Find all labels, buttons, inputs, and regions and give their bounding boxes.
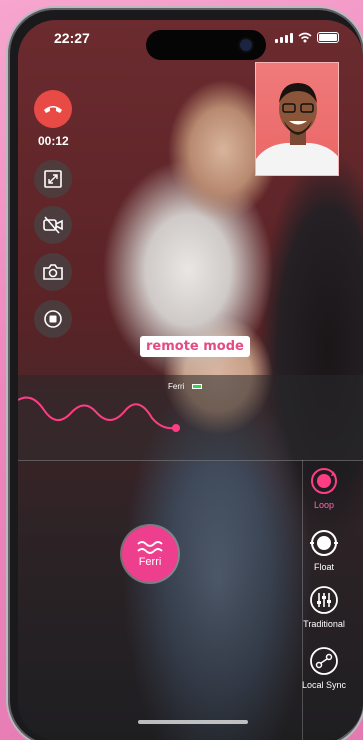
vibration-wave [18,396,180,432]
camera-icon [43,264,63,280]
background: 22:27 00:12 remote mode Ferri Ferri Loop… [0,0,363,740]
mode-label: Local Sync [301,680,347,690]
signal-icon [275,32,293,43]
video-off-icon [43,216,63,234]
panel-divider [18,460,363,461]
wave-pattern-icon [137,541,163,554]
end-call-button[interactable] [34,90,72,128]
remote-video-thumbnail[interactable] [255,62,339,176]
home-indicator[interactable] [138,720,248,724]
record-button[interactable] [34,300,72,338]
float-icon [309,528,339,558]
stop-record-icon [44,310,62,328]
dynamic-island [146,30,266,60]
mode-float[interactable]: Float [294,528,354,572]
toy-control-label: Ferri [138,556,162,568]
front-camera-icon [240,39,252,51]
minimize-button[interactable] [34,160,72,198]
mode-label: Traditional [303,619,345,629]
status-time: 22:27 [54,30,90,46]
minimize-icon [44,170,62,188]
mode-local-sync[interactable]: Local Sync [294,646,354,690]
phone-hangup-icon [44,106,62,113]
wifi-icon [298,32,312,43]
status-icons [275,32,339,43]
sliders-icon [309,585,339,615]
switch-camera-button[interactable] [34,253,72,291]
mode-traditional[interactable]: Traditional [294,585,354,629]
loop-icon [309,466,339,496]
call-timer: 00:12 [38,134,69,148]
mode-loop[interactable]: Loop [294,466,354,510]
mode-label: Float [313,562,334,572]
remote-mode-label: remote mode [140,336,250,357]
device-battery-icon [192,384,203,389]
video-call-screen: 22:27 00:12 remote mode Ferri Ferri Loop… [18,20,363,740]
toy-control-button[interactable]: Ferri [122,526,178,582]
camera-off-button[interactable] [34,206,72,244]
battery-icon [317,32,339,43]
mode-label: Loop [313,500,335,510]
sync-icon [309,646,339,676]
